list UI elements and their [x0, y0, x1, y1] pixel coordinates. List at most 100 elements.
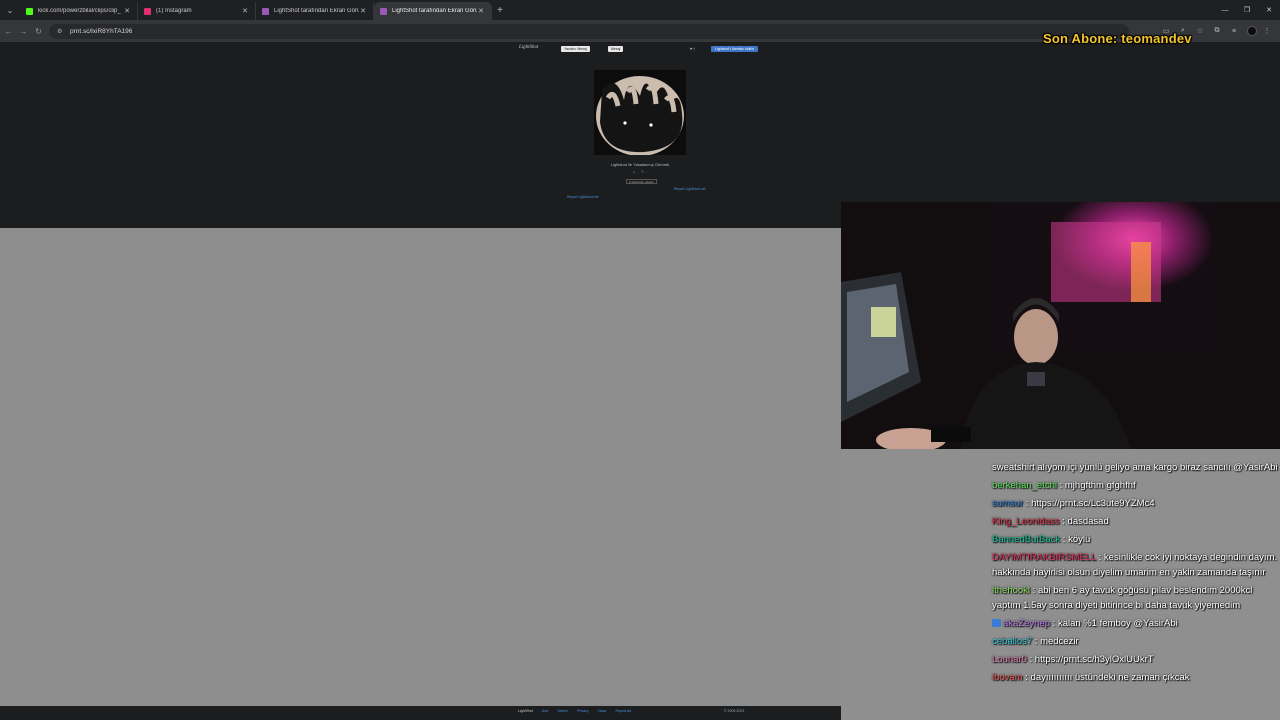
chat-username[interactable]: akaZeynep: [1003, 618, 1050, 629]
footer-links: LightShot Ana Yardım Privacy Yazar Repor…: [518, 709, 631, 713]
chat-message-text: medcezir: [1040, 636, 1079, 647]
screenshot-meta: ◷ ... · ☰ ...: [632, 170, 648, 174]
chat-message: DAYIMTIRAKBIRSMELL : kesinlikle cok iyi …: [992, 550, 1279, 580]
subscriber-badge-icon: [992, 619, 1001, 627]
footer-link[interactable]: Yazar: [598, 709, 607, 713]
chat-message-text: https://prnt.sc/Lc3ute9YZMc4: [1031, 498, 1155, 509]
chat-message: berkehan_etchi : mjhgfthm gfghfhf: [992, 478, 1279, 493]
chat-username[interactable]: ibovam: [992, 672, 1023, 683]
forward-icon[interactable]: →: [17, 20, 30, 42]
new-tab-button[interactable]: +: [492, 5, 508, 16]
lightshot-page-top: [0, 42, 841, 228]
profile-avatar[interactable]: [1247, 26, 1257, 36]
footer-logo[interactable]: LightShot: [518, 709, 533, 713]
report-link-b[interactable]: Report Lightshot.net: [567, 195, 599, 199]
chat-message-text: köylü: [1068, 534, 1091, 545]
tab-close-icon[interactable]: ✕: [241, 7, 249, 15]
tab-title: LightShot tarafından Ekran Görü: [274, 8, 359, 14]
chat-username[interactable]: DAYIMTIRAKBIRSMELL: [992, 552, 1096, 563]
address-bar[interactable]: ⚙ prnt.sc/lxiR8YhTA196: [49, 23, 1129, 39]
chat-message-text: https://prnt.sc/h3ylOxlUUkrT: [1034, 654, 1154, 665]
footer-link[interactable]: Ana: [542, 709, 548, 713]
chat-username[interactable]: ceballos7: [992, 636, 1032, 647]
minimize-icon[interactable]: —: [1214, 0, 1236, 20]
tab-title: kick.com/powerzbilal/clips/clip_: [38, 8, 121, 14]
chat-message: sumsur : https://prnt.sc/Lc3ute9YZMc4: [992, 496, 1279, 511]
url-text: prnt.sc/lxiR8YhTA196: [70, 27, 133, 35]
tab-close-icon[interactable]: ✕: [359, 7, 367, 15]
footer-link[interactable]: Privacy: [577, 709, 588, 713]
tab-strip: kick.com/powerzbilal/clips/clip_ ✕ (1) Ins…: [20, 0, 492, 20]
screen: ⌄ kick.com/powerzbilal/clips/clip_ ✕ (1) I…: [0, 0, 1280, 720]
footer-copyright: © 2009-2023: [724, 709, 745, 713]
chat-username[interactable]: lthehookl: [992, 585, 1030, 596]
chat-message: akaZeynep : kalan %1 femboy @YasirAbi: [992, 616, 1279, 631]
chat-message-text: mjhgfthm gfghfhf: [1064, 480, 1136, 491]
browser-tab-bar: ⌄ kick.com/powerzbilal/clips/clip_ ✕ (1) I…: [0, 0, 1280, 20]
chat-message-text: sweatshirt alıyom içi yünlü geliyo ama k…: [992, 462, 1278, 473]
maximize-icon[interactable]: ❐: [1236, 0, 1258, 20]
extensions-icon[interactable]: ⧉: [1210, 24, 1224, 38]
media-icon[interactable]: ≡: [1227, 24, 1241, 38]
tab-title: LightShot tarafından Ekran Görü: [392, 8, 477, 14]
chat-message-text: kalan %1 femboy @YasirAbi: [1057, 618, 1178, 629]
lightshot-nav-button-b[interactable]: Mesaj: [608, 46, 624, 52]
chat-message: BannedButBack : köylü: [992, 532, 1279, 547]
site-info-icon[interactable]: ⚙: [57, 28, 64, 35]
tab-search-icon[interactable]: ⌄: [0, 0, 20, 20]
chat-message-text: dasdasad: [1067, 516, 1109, 527]
chat-message: King_Leonidass : dasdasad: [992, 514, 1279, 529]
browser-tab[interactable]: kick.com/powerzbilal/clips/clip_ ✕: [20, 2, 138, 20]
report-link-a[interactable]: Report Lightshot.net: [674, 187, 706, 191]
chat-username[interactable]: berkehan_etchi: [992, 480, 1057, 491]
chat-separator: :: [1026, 654, 1035, 665]
chat-message: lthehookl : abi ben 6 ay tavuk göğüsü pi…: [992, 583, 1279, 613]
chat-username[interactable]: King_Leonidass: [992, 516, 1060, 527]
screenshot-image[interactable]: [594, 70, 686, 155]
tab-favicon-icon: [262, 7, 269, 15]
lightshot-footer: [0, 706, 841, 720]
chat-message-text: dayıııııııııı üstündeki ne zaman çıkcak: [1030, 672, 1190, 683]
footer-link[interactable]: Yardım: [557, 709, 568, 713]
tab-favicon-icon: [380, 7, 387, 15]
chat-separator: :: [1059, 516, 1068, 527]
chat-username[interactable]: BannedButBack: [992, 534, 1060, 545]
chat-separator: :: [1056, 480, 1065, 491]
back-icon[interactable]: ←: [2, 20, 15, 42]
reload-icon[interactable]: ↻: [32, 20, 45, 42]
webcam-feed: [841, 202, 1280, 449]
menu-kebab-icon[interactable]: ⋮: [1260, 24, 1274, 38]
lightshot-page-top-right: [841, 42, 1280, 202]
chat-username[interactable]: Lounar0: [992, 654, 1027, 665]
tab-title: (1) Instagram: [156, 8, 192, 14]
footer-link[interactable]: Report Ad: [615, 709, 631, 713]
download-button[interactable]: Lightshot'ı ücretsiz indirin: [711, 46, 759, 52]
chat-separator: :: [1060, 534, 1069, 545]
social-icons[interactable]: ♥ f: [690, 46, 695, 51]
bookmark-star-icon[interactable]: ☆: [1193, 24, 1207, 38]
chat-separator: :: [1032, 636, 1041, 647]
chat-separator: :: [1030, 585, 1038, 596]
browser-tab[interactable]: (1) Instagram ✕: [138, 2, 256, 20]
tab-close-icon[interactable]: ✕: [477, 7, 485, 15]
chat-separator: :: [1096, 552, 1104, 563]
chat-message-list: sweatshirt alıyom içi yünlü geliyo ama k…: [992, 460, 1279, 688]
chat-message: ibovam : dayıııııııııı üstündeki ne zama…: [992, 670, 1279, 685]
lightshot-logo[interactable]: LightShot: [519, 45, 538, 50]
chat-message: sweatshirt alıyom içi yünlü geliyo ama k…: [992, 460, 1279, 475]
comments-button[interactable]: ≡ Görünüm yaptım: [626, 179, 657, 184]
chat-username[interactable]: sumsur: [992, 498, 1023, 509]
close-window-icon[interactable]: ✕: [1258, 0, 1280, 20]
chat-separator: :: [1050, 618, 1058, 629]
tab-close-icon[interactable]: ✕: [123, 7, 131, 15]
browser-tab[interactable]: LightShot tarafından Ekran Görü ✕: [374, 2, 492, 20]
last-subscriber-banner: Son Abone: teomandev: [1043, 31, 1192, 46]
lightshot-nav-button-a[interactable]: Yazılım: Mesaj: [561, 46, 590, 52]
browser-tab[interactable]: LightShot tarafından Ekran Görü ✕: [256, 2, 374, 20]
page-blank-area: [0, 228, 841, 706]
stream-chat: sweatshirt alıyom içi yünlü geliyo ama k…: [841, 449, 1280, 720]
chat-message: Lounar0 : https://prnt.sc/h3ylOxlUUkrT: [992, 652, 1279, 667]
tab-favicon-icon: [144, 7, 151, 15]
window-controls: — ❐ ✕: [1214, 0, 1280, 20]
chat-separator: :: [1022, 672, 1031, 683]
